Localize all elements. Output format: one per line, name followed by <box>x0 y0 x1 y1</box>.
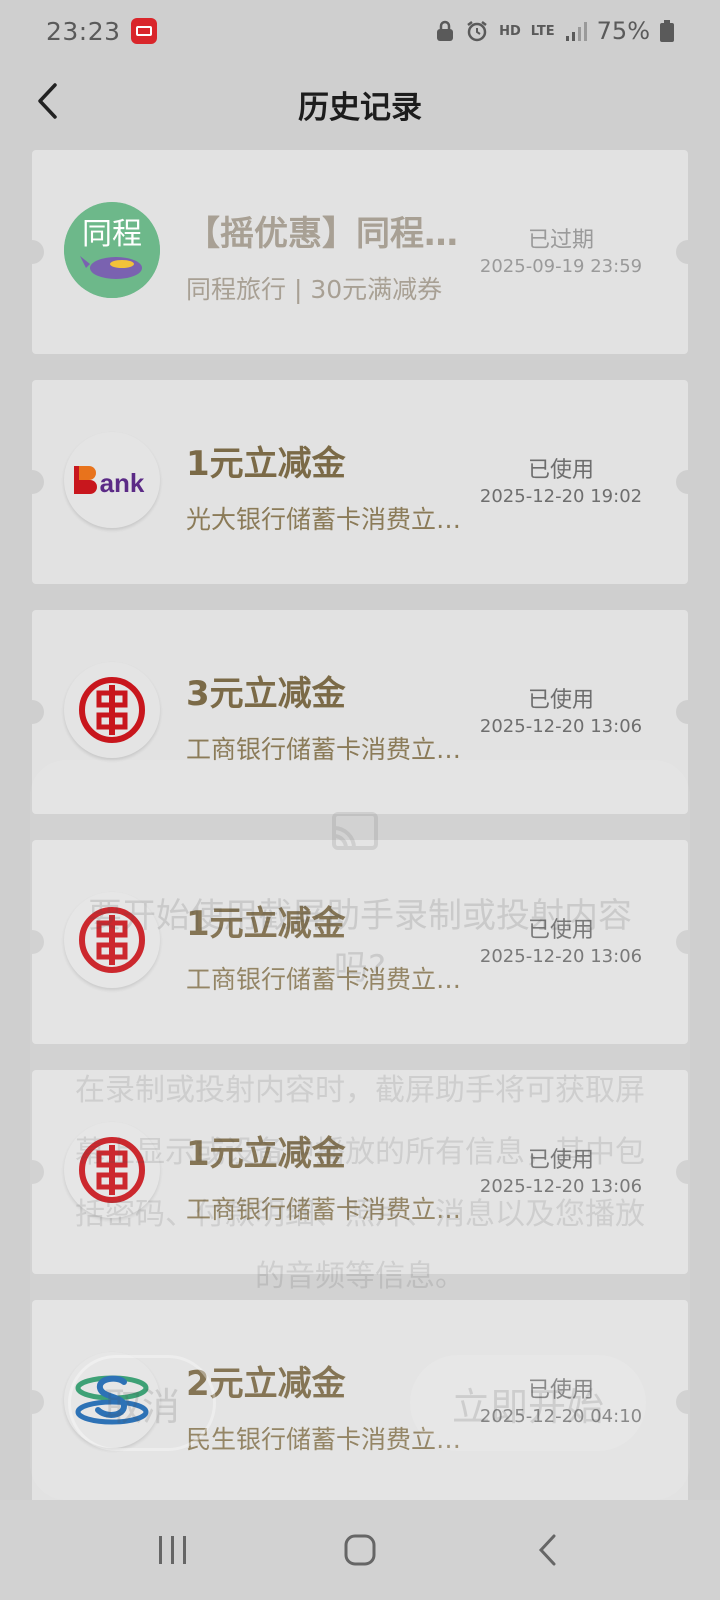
home-button[interactable] <box>320 1520 400 1580</box>
coupon-title: 1元立减金 <box>186 904 346 944</box>
coupon-card[interactable]: 3元立减金 工商银行储蓄卡消费立减金 已使用 2025-12-20 13:06 <box>20 610 700 814</box>
page-title: 历史记录 <box>298 90 422 126</box>
coupon-status: 已过期 <box>527 228 594 253</box>
coupon-date: 2025-09-19 23:59 <box>479 256 643 277</box>
coupon-title: 2元立减金 <box>186 1364 346 1404</box>
coupon-history-list: 同程 【摇优惠】同程旅行30元满减券 同程旅行 | 30元满减券 已过期 202… <box>20 150 700 1530</box>
coupon-subtitle: 工商银行储蓄卡消费立减金 <box>186 1195 476 1224</box>
coupon-status: 已使用 <box>527 918 594 943</box>
svg-text:同程: 同程 <box>82 217 142 252</box>
icbc-logo <box>64 1122 160 1218</box>
system-back-button[interactable] <box>507 1520 587 1580</box>
coupon-date: 2025-12-20 13:06 <box>479 1176 643 1197</box>
coupon-title: 1元立减金 <box>186 1134 346 1174</box>
recent-apps-button[interactable] <box>133 1520 213 1580</box>
home-icon <box>344 1534 376 1566</box>
status-indicators: HD LTE 75% <box>435 17 674 45</box>
cmbc-logo <box>64 1352 160 1448</box>
coupon-date: 2025-12-20 19:02 <box>479 486 643 507</box>
icbc-icon <box>79 907 145 973</box>
coupon-date: 2025-12-20 13:06 <box>479 716 643 737</box>
cmbc-icon <box>75 1375 149 1425</box>
recent-apps-icon <box>159 1536 187 1564</box>
ceb-bank-icon: ank <box>74 466 145 498</box>
app-notification-icon <box>130 18 157 44</box>
coupon-title: 1元立减金 <box>186 444 346 484</box>
lock-icon <box>437 20 454 41</box>
coupon-status: 已使用 <box>527 688 594 713</box>
coupon-card[interactable]: 2元立减金 民生银行储蓄卡消费立减金 已使用 2025-12-20 04:10 <box>20 1300 700 1504</box>
coupon-card[interactable]: 同程 【摇优惠】同程旅行30元满减券 同程旅行 | 30元满减券 已过期 202… <box>20 150 700 354</box>
status-bar: 23:23 HD LTE 75% <box>0 0 720 62</box>
coupon-subtitle: 工商银行储蓄卡消费立减金 <box>186 965 476 994</box>
coupon-subtitle: 工商银行储蓄卡消费立减金 <box>186 735 476 764</box>
battery-icon <box>660 20 674 42</box>
icbc-logo <box>64 662 160 758</box>
icbc-logo <box>64 892 160 988</box>
alarm-icon <box>467 21 487 42</box>
battery-level: 75% <box>596 17 650 45</box>
lte-indicator: LTE <box>530 23 555 39</box>
coupon-status: 已使用 <box>527 458 594 483</box>
coupon-date: 2025-12-20 04:10 <box>479 1406 643 1427</box>
coupon-subtitle: 民生银行储蓄卡消费立减金 <box>186 1425 476 1454</box>
tongcheng-logo: 同程 <box>64 202 160 298</box>
coupon-date: 2025-12-20 13:06 <box>479 946 643 967</box>
tongcheng-logo-icon: 同程 <box>64 202 160 298</box>
coupon-card[interactable]: ank 1元立减金 光大银行储蓄卡消费立减金 已使用 2025-12-20 19… <box>20 380 700 584</box>
coupon-title: 【摇优惠】同程旅行30元满减券 <box>186 214 476 254</box>
ceb-bank-logo: ank <box>64 432 160 528</box>
navigation-bar <box>0 1500 720 1600</box>
coupon-card[interactable]: 1元立减金 工商银行储蓄卡消费立减金 已使用 2025-12-20 13:06 <box>20 840 700 1044</box>
icbc-icon <box>79 1137 145 1203</box>
coupon-card[interactable]: 1元立减金 工商银行储蓄卡消费立减金 已使用 2025-12-20 13:06 <box>20 1070 700 1274</box>
hd-indicator: HD <box>499 23 521 39</box>
header: 历史记录 <box>0 62 720 142</box>
status-time: 23:23 <box>46 16 121 46</box>
svg-text:ank: ank <box>100 468 145 498</box>
coupon-subtitle: 同程旅行 | 30元满减券 <box>186 275 443 304</box>
coupon-status: 已使用 <box>527 1378 594 1403</box>
chevron-left-icon <box>538 1534 556 1566</box>
coupon-status: 已使用 <box>527 1148 594 1173</box>
coupon-subtitle: 光大银行储蓄卡消费立减金 <box>186 505 476 534</box>
coupon-title: 3元立减金 <box>186 674 346 714</box>
signal-icon <box>565 22 587 41</box>
icbc-icon <box>79 677 145 743</box>
